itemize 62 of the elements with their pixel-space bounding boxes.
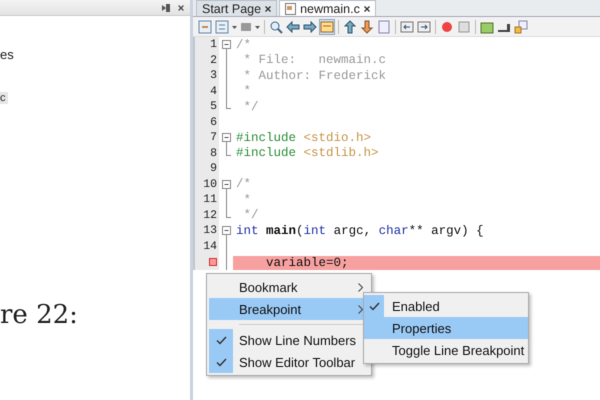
menu-item[interactable]: Bookmark <box>209 276 369 298</box>
code-line: * File: newmain.c <box>242 53 386 68</box>
line-number: 14 <box>203 240 217 253</box>
line-number: 2 <box>210 54 217 67</box>
document-icon[interactable] <box>198 20 212 34</box>
fold-toggle-icon[interactable] <box>220 130 232 146</box>
fold-toggle-icon[interactable] <box>220 37 232 53</box>
arrow-left-icon[interactable] <box>286 20 300 34</box>
line-number: 7 <box>210 131 217 144</box>
stop-icon[interactable] <box>457 20 471 34</box>
arrow-up-icon[interactable] <box>343 20 357 34</box>
close-icon[interactable] <box>265 6 272 12</box>
line-number: 4 <box>210 84 217 98</box>
checkmark-icon <box>216 336 226 344</box>
line-number: 13 <box>203 224 217 238</box>
menu-item[interactable]: Properties <box>364 317 528 339</box>
line-number: 6 <box>210 116 217 129</box>
shift-right-icon[interactable] <box>417 20 431 34</box>
chevron-right-icon <box>358 282 363 292</box>
line-number: 5 <box>210 100 217 114</box>
tab-label: newmain.c <box>300 2 360 16</box>
close-icon[interactable] <box>177 4 185 12</box>
line-number: 9 <box>210 162 217 176</box>
code-line: #include <stdlib.h> <box>236 146 379 160</box>
shift-left-icon[interactable] <box>400 20 414 34</box>
tab-label: Start Page <box>202 2 262 16</box>
code-line: /* <box>236 177 252 192</box>
record-icon[interactable] <box>440 20 454 34</box>
checkmark-icon <box>216 358 226 366</box>
line-number: 10 <box>203 178 217 191</box>
chevron-right-icon <box>358 304 363 314</box>
line-number: 3 <box>210 69 217 82</box>
search-icon[interactable] <box>269 20 283 34</box>
file-icon <box>285 2 296 14</box>
highlight-icon[interactable] <box>320 20 334 34</box>
line-number: 8 <box>210 146 217 160</box>
arrow-right-icon[interactable] <box>303 20 317 34</box>
line-number: 11 <box>203 193 217 206</box>
code-line: int main(int argc, char** argv) { <box>236 224 484 238</box>
line-number: 12 <box>203 208 217 222</box>
code-line: /* <box>236 38 252 52</box>
checkmark-icon <box>368 302 380 310</box>
arrow-down-icon[interactable] <box>360 20 374 34</box>
breakpoint-icon[interactable] <box>209 258 217 266</box>
code-line: * <box>242 84 252 98</box>
code-line: * <box>242 192 252 207</box>
code-line: variable=0; <box>265 256 349 270</box>
line-number: 1 <box>210 38 217 52</box>
code-line: */ <box>242 100 259 114</box>
code-line: */ <box>242 208 259 222</box>
code-line: * Author: Frederick <box>242 68 386 83</box>
caption-fragment: re 22: <box>0 300 78 330</box>
close-icon[interactable] <box>364 6 370 12</box>
key-fragment: c <box>0 92 8 104</box>
code-line: #include <stdio.h> <box>236 130 372 145</box>
editor-tab[interactable]: Start Page <box>196 0 278 16</box>
document-icon[interactable] <box>377 20 391 34</box>
document-icon[interactable] <box>215 20 229 34</box>
fold-toggle-icon[interactable] <box>220 223 232 239</box>
text-fragment: es <box>0 47 14 62</box>
minimize-icon[interactable] <box>161 2 171 12</box>
editor-tab[interactable]: newmain.c <box>279 0 376 16</box>
